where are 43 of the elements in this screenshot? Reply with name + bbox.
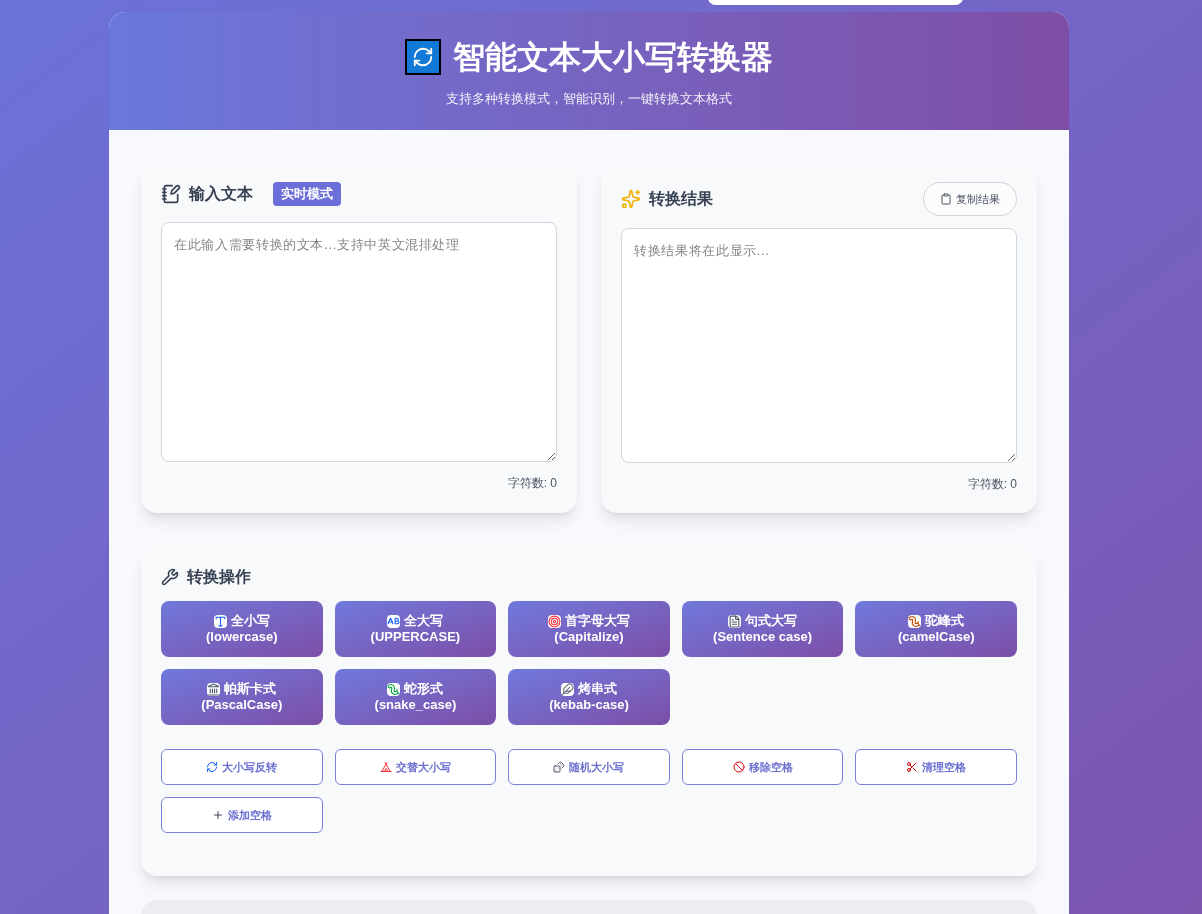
output-textarea[interactable]: 转换结果将在此显示... [621, 228, 1017, 463]
refresh-icon [405, 39, 441, 76]
letters-icon [387, 614, 401, 628]
letters-icon [213, 614, 227, 628]
text-tool-button[interactable]: 随机大小写 [508, 749, 670, 785]
convert-button[interactable]: 句式大写 (Sentence case) [681, 601, 844, 657]
convert-button[interactable]: 驼峰式 (camelCase) [855, 601, 1017, 657]
card-title: 转换结果 [649, 189, 713, 209]
convert-button[interactable]: 首字母大写 (Capitalize) [508, 601, 670, 657]
char-count: 字符数: 0 [507, 475, 557, 492]
text-tool-button[interactable]: 交替大小写 [334, 749, 497, 785]
page-subtitle: 支持多种转换模式，智能识别，一键转换文本格式 [446, 90, 732, 109]
text-tool-button[interactable]: 大小写反转 [161, 749, 323, 785]
plus-icon [211, 809, 224, 821]
refresh-icon [206, 761, 219, 773]
clipboard-icon [940, 193, 952, 205]
section-title: 转换操作 [187, 567, 251, 587]
convert-button[interactable]: 全大写 (UPPERCASE) [334, 601, 497, 657]
scissors-icon [906, 761, 919, 773]
snake-icon [387, 682, 401, 696]
convert-button[interactable]: 蛇形式 (snake_case) [334, 669, 497, 725]
card-title: 输入文本 [189, 184, 253, 204]
page-title: 智能文本大小写转换器 [453, 38, 773, 78]
document-icon [728, 614, 742, 628]
mode-badge: 实时模式 [273, 182, 341, 206]
building-icon [207, 682, 221, 696]
prohibited-icon [732, 761, 745, 773]
tools-icon [161, 568, 179, 586]
convert-button[interactable]: 烤串式 (kebab-case) [508, 669, 670, 725]
target-icon [548, 614, 561, 628]
text-tool-button[interactable]: 移除空格 [681, 749, 844, 785]
convert-button[interactable]: 全小写 (lowercase) [161, 601, 323, 657]
text-tool-button[interactable]: 添加空格 [161, 797, 323, 833]
text-tool-button[interactable]: 清理空格 [855, 749, 1017, 785]
convert-button[interactable]: 帕斯卡式 (PascalCase) [161, 669, 323, 725]
dice-icon [553, 761, 566, 773]
copy-button[interactable]: 复制结果 [923, 182, 1017, 216]
char-count: 字符数: 0 [967, 476, 1017, 493]
sparkles-icon [621, 189, 641, 209]
feather-icon [561, 682, 574, 696]
input-textarea[interactable]: 在此输入需要转换的文本...支持中英文混排处理 [161, 222, 557, 462]
notepad-icon [161, 184, 181, 204]
tent-icon [379, 761, 392, 773]
